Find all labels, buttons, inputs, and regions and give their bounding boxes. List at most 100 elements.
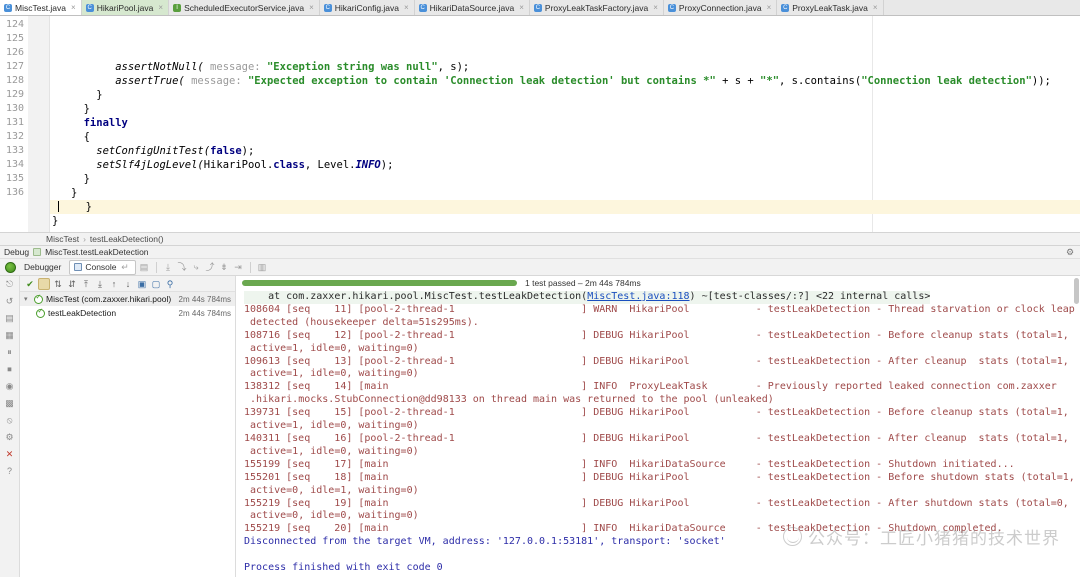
breadcrumb-item[interactable]: MiscTest: [46, 234, 79, 244]
editor-tab-6[interactable]: C ProxyConnection.java ×: [663, 0, 778, 15]
show-ignored-icon[interactable]: [38, 277, 50, 290]
settings-icon[interactable]: ⚙: [4, 431, 16, 443]
console-line: 155199 [seq 17] [main ] INFO HikariDataS…: [244, 459, 1080, 472]
code-token: message:: [184, 75, 248, 87]
close-icon[interactable]: ×: [873, 3, 878, 12]
line-number: 128: [5, 75, 24, 86]
code-line[interactable]: }: [50, 88, 1080, 102]
editor-tab-5[interactable]: C ProxyLeakTaskFactory.java ×: [529, 0, 664, 15]
code-line[interactable]: }: [50, 200, 1080, 214]
export-results-icon[interactable]: ▣: [136, 278, 148, 290]
console-pane: 1 test passed – 2m 44s 784ms at com.zaxx…: [236, 276, 1080, 577]
close-icon[interactable]: ×: [653, 3, 658, 12]
layout-icon[interactable]: ▤: [139, 262, 150, 273]
code-line[interactable]: setConfigUnitTest(false);: [50, 144, 1080, 158]
editor-tab-7[interactable]: C ProxyLeakTask.java ×: [777, 0, 884, 15]
code-line[interactable]: assertNotNull( message: "Exception strin…: [50, 60, 1080, 74]
show-passed-icon[interactable]: ✔: [24, 278, 36, 290]
memory-view-icon[interactable]: ▩: [4, 397, 16, 409]
editor-tab-3[interactable]: C HikariConfig.java ×: [319, 0, 415, 15]
console-system-message: Process finished with exit code 0: [244, 562, 443, 574]
editor-tab-4[interactable]: C HikariDataSource.java ×: [414, 0, 530, 15]
gear-icon[interactable]: ⚙: [1066, 248, 1075, 257]
close-icon[interactable]: ×: [309, 3, 314, 12]
code-line[interactable]: [50, 228, 1080, 232]
help-icon[interactable]: ?: [4, 465, 16, 477]
code-token: );: [241, 145, 255, 157]
editor-tab-0[interactable]: C MiscTest.java ×: [0, 0, 82, 15]
pause-icon[interactable]: ⏸: [4, 346, 16, 358]
console-log-message: 155219 [seq 20] [main ] INFO HikariDataS…: [244, 523, 1003, 535]
step-over-icon[interactable]: ⤓: [163, 262, 174, 273]
stop-icon[interactable]: ⏹: [4, 363, 16, 375]
code-line[interactable]: }: [50, 186, 1080, 200]
breakpoints-icon[interactable]: ◉: [4, 380, 16, 392]
force-step-into-icon[interactable]: ⤷: [191, 262, 202, 273]
chevron-down-icon[interactable]: ▾: [24, 295, 31, 303]
code-line[interactable]: }: [50, 172, 1080, 186]
code-token: }: [70, 187, 78, 199]
editor-fold-column[interactable]: [28, 16, 50, 232]
step-into-icon[interactable]: ⤵: [177, 262, 188, 273]
test-progress-bar: [242, 280, 517, 286]
open-results-icon[interactable]: ▢: [150, 278, 162, 290]
evaluate-expression-icon[interactable]: ▥: [257, 262, 268, 273]
close-icon[interactable]: ✕: [4, 448, 16, 460]
close-icon[interactable]: ×: [767, 3, 772, 12]
drop-frame-icon[interactable]: ⇟: [219, 262, 230, 273]
step-out-icon[interactable]: ⤴: [205, 262, 216, 273]
next-failed-icon[interactable]: ↓: [122, 278, 134, 290]
sort-alphabetically-icon[interactable]: ⇅: [52, 278, 64, 290]
run-to-cursor-icon[interactable]: ⇥: [233, 262, 244, 273]
editor-tab-2[interactable]: I ScheduledExecutorService.java ×: [169, 0, 320, 15]
code-line[interactable]: assertTrue( message: "Expected exception…: [50, 74, 1080, 88]
code-token: INFO: [355, 159, 381, 171]
breadcrumb[interactable]: MiscTest › testLeakDetection(): [0, 232, 1080, 246]
close-icon[interactable]: ×: [404, 3, 409, 12]
editor-tab-1[interactable]: C HikariPool.java ×: [81, 0, 170, 15]
test-settings-icon[interactable]: ⚲: [164, 278, 176, 290]
expand-all-icon[interactable]: ⤒: [80, 278, 92, 290]
code-line[interactable]: }: [50, 214, 1080, 228]
collapse-all-icon[interactable]: ⤓: [94, 278, 106, 290]
tab-debugger[interactable]: Debugger: [19, 260, 66, 274]
rerun-icon[interactable]: ↺: [4, 295, 16, 307]
code-line[interactable]: setSlf4jLogLevel(HikariPool.class, Level…: [50, 158, 1080, 172]
restore-layout-icon[interactable]: ⎋: [4, 278, 16, 290]
debug-left-rail: ⎋ ↺ ▤ ▦ ⏸ ⏹ ◉ ▩ ⦸ ⚙ ✕ ?: [0, 276, 20, 577]
soft-wrap-icon[interactable]: ↵: [120, 262, 131, 273]
java-class-icon: C: [533, 3, 542, 12]
test-tree-row[interactable]: ▾ MiscTest (com.zaxxer.hikari.pool) 2m 44s…: [20, 292, 235, 306]
editor-code-area[interactable]: assertNotNull( message: "Exception strin…: [50, 16, 1080, 232]
code-token: setConfigUnitTest(: [96, 145, 211, 157]
prev-failed-icon[interactable]: ↑: [108, 278, 120, 290]
console-output[interactable]: at com.zaxxer.hikari.pool.MiscTest.testL…: [236, 290, 1080, 577]
frames-icon[interactable]: ▤: [4, 312, 16, 324]
console-scrollbar[interactable]: [1074, 278, 1079, 304]
close-icon[interactable]: ×: [71, 3, 76, 12]
test-tree-row[interactable]: testLeakDetection 2m 44s 784ms: [20, 306, 235, 320]
code-token: assertNotNull(: [115, 61, 204, 73]
mute-breakpoints-icon[interactable]: ⦸: [4, 414, 16, 426]
sort-by-duration-icon[interactable]: ⇵: [66, 278, 78, 290]
console-log-message: 155219 [seq 19] [main ] DEBUG HikariPool…: [244, 497, 1069, 509]
test-runner-pane: ✔ ⇅ ⇵ ⤒ ⤓ ↑ ↓ ▣ ▢ ⚲ ▾ MiscTest (com.zaxxe…: [20, 276, 236, 577]
code-token: , s.contains(: [779, 75, 862, 87]
code-line[interactable]: finally: [50, 116, 1080, 130]
console-log-message: 109613 [seq 13] [pool-2-thread-1 ] DEBUG…: [244, 355, 1069, 367]
console-line: 139731 [seq 15] [pool-2-thread-1 ] DEBUG…: [244, 407, 1080, 420]
breadcrumb-item[interactable]: testLeakDetection(): [90, 234, 164, 244]
close-icon[interactable]: ×: [519, 3, 524, 12]
test-tree[interactable]: ▾ MiscTest (com.zaxxer.hikari.pool) 2m 44s…: [20, 292, 235, 320]
source-link[interactable]: MiscTest.java:118: [587, 291, 689, 302]
java-interface-icon: I: [173, 3, 182, 12]
editor-tab-label: HikariDataSource.java: [429, 2, 515, 13]
tab-console[interactable]: Console ↵: [69, 259, 136, 275]
line-number: 125: [5, 33, 24, 44]
java-class-icon: C: [781, 3, 790, 12]
threads-icon[interactable]: ▦: [4, 329, 16, 341]
code-editor[interactable]: 124 125 126 127 128 129 130 131 132 133 134 135 136 …: [0, 16, 1080, 232]
close-icon[interactable]: ×: [158, 3, 163, 12]
code-line[interactable]: {: [50, 130, 1080, 144]
code-line[interactable]: }: [50, 102, 1080, 116]
